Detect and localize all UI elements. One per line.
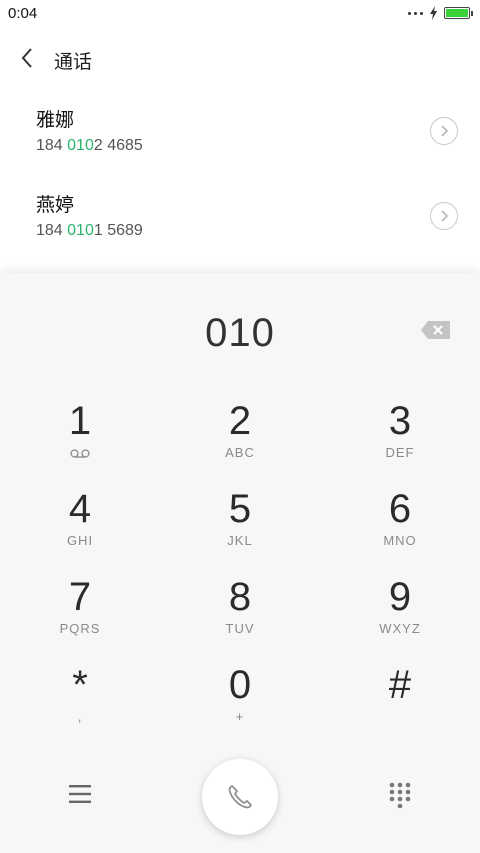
key-6[interactable]: 6 MNO [320,487,480,575]
voicemail-icon [70,449,90,458]
key-letters [320,709,480,725]
lightning-icon [430,6,437,20]
chevron-right-icon [441,210,449,222]
contact-name: 雅娜 [36,110,75,131]
chevron-right-icon [441,125,449,137]
key-letters: DEF [385,445,415,460]
dialpad-icon[interactable] [388,781,412,809]
number-prefix: 184 [36,222,68,239]
key-letters: + [235,709,245,724]
key-star[interactable]: * , [0,663,160,751]
key-1[interactable]: 1 [0,399,160,487]
number-match: 010 [67,222,94,239]
key-letters: MNO [383,533,417,548]
chevron-left-icon[interactable] [18,46,38,70]
key-digit: 5 [228,487,252,531]
number-prefix: 184 [36,137,68,154]
key-digit: 7 [68,575,92,619]
battery-icon [444,7,473,19]
number-suffix: 2 4685 [93,137,143,154]
phone-icon [228,785,252,809]
key-5[interactable]: 5 JKL [160,487,320,575]
page-title: 通话 [54,52,93,73]
contact-number: 184 0102 4685 [36,137,143,155]
key-letters: ABC [225,445,255,460]
signal-dots-icon [408,11,423,15]
key-7[interactable]: 7 PQRS [0,575,160,663]
key-8[interactable]: 8 TUV [160,575,320,663]
number-match: 010 [67,137,94,154]
contact-detail-button[interactable] [430,202,458,230]
key-digit: 3 [388,399,412,443]
contact-item[interactable]: 燕婷 184 0101 5689 [0,190,480,260]
key-digit: # [388,663,412,707]
key-digit: 0 [228,663,252,707]
menu-icon[interactable] [68,783,92,805]
key-letters: TUV [225,621,255,636]
bottom-bar [0,759,480,839]
key-digit: 1 [68,399,92,443]
dialpad-panel: 010 1 2 ABC 3 DEF 4 GHI 5 JKL 6 MNO 7 PQ… [0,273,480,853]
contact-item[interactable]: 雅娜 184 0102 4685 [0,105,480,175]
key-letters: WXYZ [379,621,421,636]
key-letters: JKL [227,533,253,548]
dialed-number[interactable]: 010 [0,311,480,356]
key-9[interactable]: 9 WXYZ [320,575,480,663]
key-letters: , [77,709,83,724]
status-bar: 0:04 [0,0,480,28]
contact-name: 燕婷 [36,195,75,216]
contact-detail-button[interactable] [430,117,458,145]
key-0[interactable]: 0 + [160,663,320,751]
key-hash[interactable]: # [320,663,480,751]
key-letters: PQRS [59,621,101,636]
key-letters: GHI [66,533,94,548]
status-time: 0:04 [8,5,38,22]
call-button[interactable] [202,759,278,835]
number-suffix: 1 5689 [93,222,143,239]
contact-number: 184 0101 5689 [36,222,143,240]
key-digit: 9 [388,575,412,619]
key-4[interactable]: 4 GHI [0,487,160,575]
key-2[interactable]: 2 ABC [160,399,320,487]
key-digit: 4 [68,487,92,531]
key-digit: * [72,663,88,707]
key-digit: 6 [388,487,412,531]
key-digit: 8 [228,575,252,619]
key-digit: 2 [228,399,252,443]
backspace-icon[interactable] [420,320,452,340]
key-3[interactable]: 3 DEF [320,399,480,487]
header: 通话 [0,40,480,76]
status-icons [408,6,473,20]
